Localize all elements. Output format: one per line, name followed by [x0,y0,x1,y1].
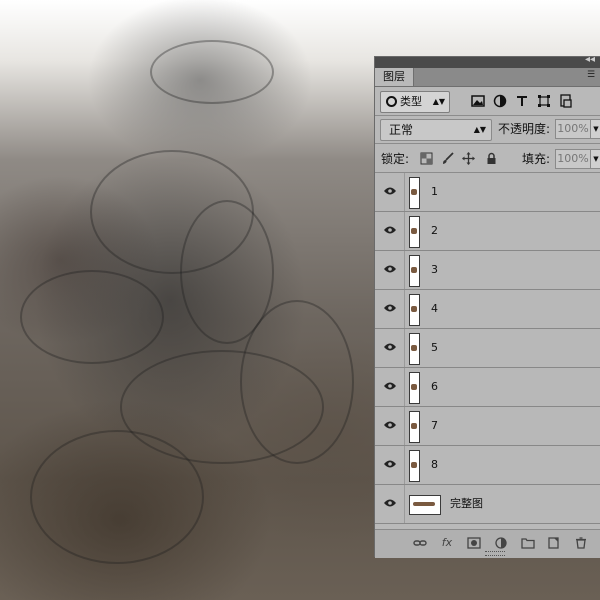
fx-icon[interactable]: fx [440,537,454,549]
blend-mode-select[interactable]: 正常 ▲▼ [380,119,492,141]
divider [375,143,600,144]
thumbnail-content [411,423,417,429]
divider [375,115,600,116]
search-icon [386,96,397,107]
panel-bottom-bar: fx [375,529,600,558]
lock-row: 锁定: 填充: 100% ▼ [375,149,600,169]
thumbnail-content [411,345,417,351]
layer-name[interactable]: 2 [431,212,438,250]
divider [404,290,405,328]
layer-row[interactable]: 6 [375,368,600,407]
divider [404,485,405,523]
layer-thumbnail [409,333,420,365]
eye-icon[interactable] [383,498,397,508]
layer-row[interactable]: 1 [375,173,600,212]
lock-transparent-pixels-icon[interactable] [420,152,433,165]
layer-thumbnail [409,294,420,326]
eye-icon[interactable] [383,459,397,469]
fill-label: 填充: [522,152,551,166]
resize-grip[interactable] [485,551,505,556]
layer-row[interactable]: 5 [375,329,600,368]
layer-thumbnail [409,450,420,482]
opacity-label: 不透明度: [498,122,551,136]
thumbnail-content [411,462,417,468]
thumbnail-content [413,502,435,506]
divider [404,212,405,250]
layer-name[interactable]: 1 [431,173,438,211]
shape-filter-icon[interactable] [537,94,551,108]
thumbnail-content [411,384,417,390]
image-filter-icon[interactable] [471,94,485,108]
layer-name[interactable]: 5 [431,329,438,367]
thumbnail-content [411,306,417,312]
opacity-dropdown-arrow[interactable]: ▼ [590,119,600,139]
layer-row[interactable]: 4 [375,290,600,329]
layers-panel: ◂◂ 图层 ☰ 类型 ▲▼ 正常 ▲▼ 不透明度: 100% ▼ 锁定: 填充:… [374,54,600,558]
divider [404,173,405,211]
filter-type-select[interactable]: 类型 ▲▼ [380,91,450,113]
divider [404,446,405,484]
smart-object-filter-icon[interactable] [559,94,573,108]
smoke-wisp [20,270,164,364]
eye-icon[interactable] [383,186,397,196]
divider [404,251,405,289]
layer-name[interactable]: 8 [431,446,438,484]
layer-name[interactable]: 完整图 [450,485,483,523]
fill-field[interactable]: 100% [555,149,591,169]
brush-icon[interactable] [441,152,454,165]
smoke-wisp [150,40,274,104]
divider [404,329,405,367]
layer-thumbnail [409,372,420,404]
layer-name[interactable]: 3 [431,251,438,289]
eye-icon[interactable] [383,342,397,352]
thumbnail-content [411,228,417,234]
mask-icon[interactable] [467,537,481,549]
eye-icon[interactable] [383,303,397,313]
thumbnail-content [411,189,417,195]
opacity-field[interactable]: 100% [555,119,591,139]
eye-icon[interactable] [383,225,397,235]
layer-thumbnail [409,411,420,443]
updown-arrow-icon: ▲▼ [473,125,486,134]
panel-tab-row: 图层 ☰ [375,68,600,87]
tab-layers[interactable]: 图层 [375,68,414,86]
panel-header[interactable]: ◂◂ [375,54,600,68]
layer-name[interactable]: 4 [431,290,438,328]
layer-name[interactable]: 6 [431,368,438,406]
layer-row[interactable]: 7 [375,407,600,446]
text-filter-icon[interactable] [515,94,529,108]
layer-row[interactable]: 2 [375,212,600,251]
layer-thumbnail [409,177,420,209]
layer-thumbnail [409,255,420,287]
eye-icon[interactable] [383,420,397,430]
layer-thumbnail [409,495,441,515]
adjustment-filter-icon[interactable] [493,94,507,108]
layer-row[interactable]: 3 [375,251,600,290]
smoke-wisp [30,430,204,564]
divider [404,368,405,406]
move-icon[interactable] [462,152,475,165]
fill-dropdown-arrow[interactable]: ▼ [590,149,600,169]
thumbnail-content [411,267,417,273]
layer-name[interactable]: 7 [431,407,438,445]
lock-icon[interactable] [485,152,498,165]
layer-row[interactable]: 8 [375,446,600,485]
panel-menu-icon[interactable]: ☰ [587,70,599,82]
blend-row: 正常 ▲▼ 不透明度: 100% ▼ [375,119,600,141]
new-layer-icon[interactable] [547,537,561,549]
eye-icon[interactable] [383,381,397,391]
divider [404,407,405,445]
layer-thumbnail [409,216,420,248]
lock-label: 锁定: [381,152,410,166]
trash-icon[interactable] [574,537,588,549]
folder-icon[interactable] [521,537,535,549]
layer-row[interactable]: 完整图 [375,485,600,524]
updown-arrow-icon: ▲▼ [432,97,445,106]
adjustment-icon[interactable] [494,537,508,549]
filter-row: 类型 ▲▼ [375,91,600,113]
link-icon[interactable] [413,537,427,549]
eye-icon[interactable] [383,264,397,274]
collapse-icon[interactable]: ◂◂ [585,54,595,65]
smoke-wisp [240,300,354,464]
